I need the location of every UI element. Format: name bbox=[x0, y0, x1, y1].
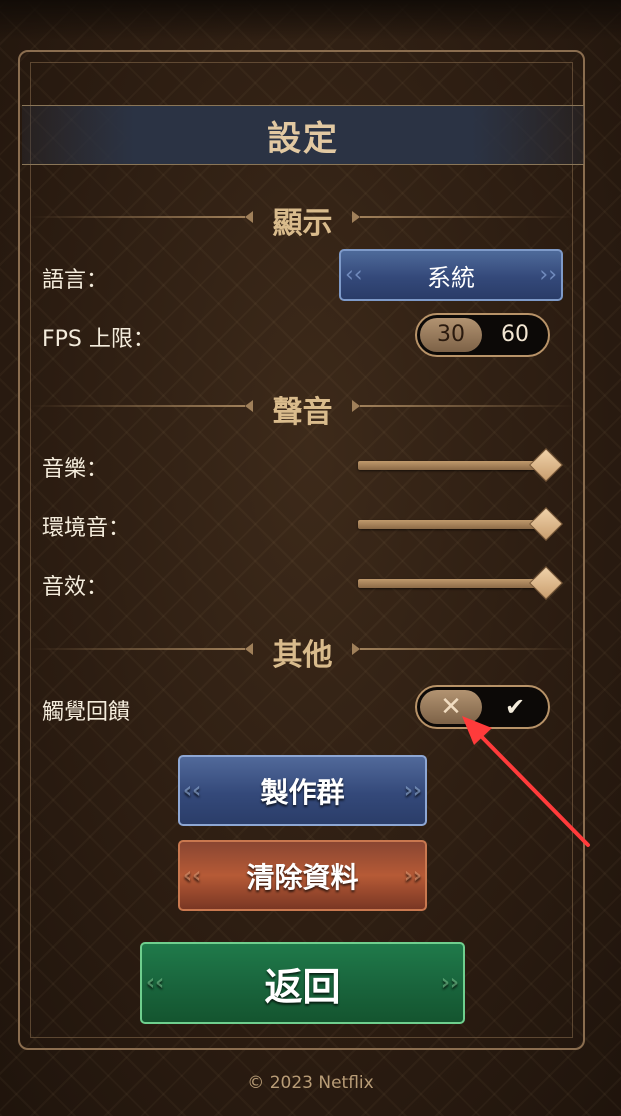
credits-button[interactable]: ‹‹ 製作群 ›› bbox=[178, 755, 427, 826]
haptic-toggle[interactable]: ✕ ✔ bbox=[415, 685, 550, 729]
ambient-slider[interactable] bbox=[358, 507, 563, 541]
chevron-right-icon: ›› bbox=[403, 863, 422, 888]
clear-data-button-label: 清除資料 bbox=[246, 860, 359, 894]
copyright-footer: © 2023 Netflix bbox=[247, 1073, 374, 1093]
chevron-left-icon: ‹‹ bbox=[146, 970, 165, 996]
chevron-right-icon: ›› bbox=[440, 970, 459, 996]
section-title-display: 顯示 bbox=[272, 206, 333, 241]
music-slider[interactable] bbox=[358, 448, 563, 482]
music-slider-track bbox=[358, 461, 544, 470]
title-bar: 設定 bbox=[22, 105, 584, 165]
clear-data-button[interactable]: ‹‹ 清除資料 ›› bbox=[178, 840, 427, 911]
haptic-label: 觸覺回饋 bbox=[42, 700, 131, 725]
fps-option-60[interactable]: 60 bbox=[483, 315, 547, 355]
sfx-slider-track bbox=[358, 579, 544, 588]
ambient-label: 環境音： bbox=[42, 516, 131, 541]
sfx-label: 音效： bbox=[42, 575, 109, 600]
section-header-sound: 聲音 bbox=[30, 391, 575, 430]
chevron-right-icon: ›› bbox=[539, 262, 557, 288]
language-button[interactable]: ‹‹ 系統 ›› bbox=[339, 249, 563, 301]
section-header-display: 顯示 bbox=[30, 202, 575, 241]
chevron-right-icon: ›› bbox=[403, 778, 422, 803]
back-button[interactable]: ‹‹ 返回 ›› bbox=[140, 942, 465, 1024]
section-title-other: 其他 bbox=[272, 638, 333, 673]
sfx-slider[interactable] bbox=[358, 566, 563, 600]
x-icon[interactable]: ✕ bbox=[419, 687, 483, 727]
page-title: 設定 bbox=[267, 118, 339, 159]
fps-label: FPS 上限： bbox=[42, 327, 155, 352]
sfx-slider-thumb[interactable] bbox=[529, 566, 563, 600]
check-icon[interactable]: ✔ bbox=[483, 687, 547, 727]
music-label: 音樂： bbox=[42, 457, 109, 482]
ambient-slider-track bbox=[358, 520, 544, 529]
fps-option-30[interactable]: 30 bbox=[419, 315, 483, 355]
fps-toggle[interactable]: 30 60 bbox=[415, 313, 550, 357]
section-header-other: 其他 bbox=[30, 634, 575, 673]
section-title-sound: 聲音 bbox=[272, 395, 333, 430]
chevron-left-icon: ‹‹ bbox=[183, 863, 202, 888]
ambient-slider-thumb[interactable] bbox=[529, 507, 563, 541]
back-button-label: 返回 bbox=[264, 964, 341, 1009]
chevron-left-icon: ‹‹ bbox=[345, 262, 363, 288]
chevron-left-icon: ‹‹ bbox=[183, 778, 202, 803]
music-slider-thumb[interactable] bbox=[529, 448, 563, 482]
language-label: 語言： bbox=[42, 268, 109, 293]
credits-button-label: 製作群 bbox=[260, 775, 345, 809]
top-shade bbox=[0, 0, 621, 40]
language-value: 系統 bbox=[427, 263, 475, 292]
